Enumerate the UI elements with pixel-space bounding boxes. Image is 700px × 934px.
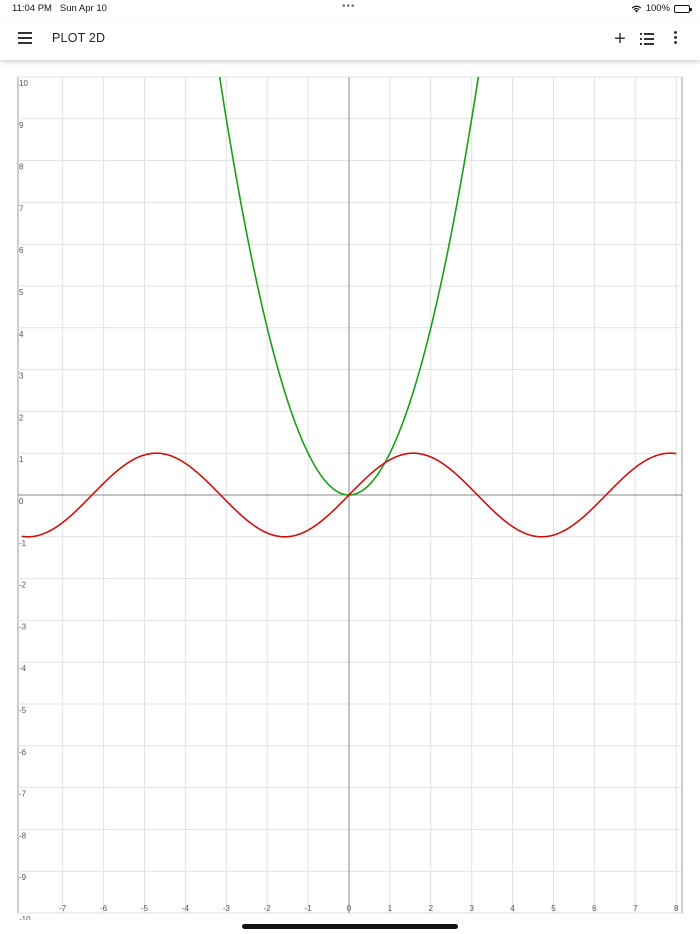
x-tick-label: 8 [674,904,679,913]
y-tick-label: -4 [19,664,27,673]
x-tick-label: 7 [633,904,638,913]
multitasking-dots[interactable]: ••• [342,1,356,12]
y-tick-label: -9 [19,873,27,882]
y-tick-label: -6 [19,748,27,757]
wifi-icon [631,5,641,13]
status-bar: 11:04 PM Sun Apr 10 ••• 100% [0,0,700,18]
y-tick-label: -1 [19,539,27,548]
y-tick-label: 9 [19,121,24,130]
x-tick-label: 4 [510,904,515,913]
status-time-text: 11:04 PM [12,3,52,14]
x-tick-label: -1 [305,904,313,913]
status-time: 11:04 PM Sun Apr 10 [12,3,107,14]
x-tick-label: 5 [551,904,556,913]
y-tick-label: -7 [19,790,27,799]
x-tick-label: -6 [100,904,108,913]
y-tick-label: 1 [19,455,24,464]
plot-canvas[interactable]: -7-6-5-4-3-2-1012345678-10-9-8-7-6-5-4-3… [0,60,700,924]
hamburger-menu-icon[interactable] [18,32,32,44]
y-tick-label: -2 [19,581,27,590]
x-tick-label: 6 [592,904,597,913]
battery-percent: 100% [645,3,670,14]
y-tick-label: -5 [19,706,27,715]
y-tick-label: -10 [19,915,31,920]
y-tick-label: 5 [19,288,24,297]
battery-icon [674,4,692,13]
y-tick-label: 0 [19,497,24,506]
y-tick-label: 8 [19,163,24,172]
x-tick-label: -4 [182,904,190,913]
app-bar: PLOT 2D + [0,18,700,60]
more-vert-icon[interactable] [670,31,680,55]
y-tick-label: 2 [19,413,24,422]
x-tick-label: 1 [388,904,393,913]
y-tick-label: 6 [19,246,24,255]
plus-icon[interactable]: + [612,27,628,51]
x-tick-label: -2 [264,904,272,913]
list-icon[interactable] [640,33,656,47]
x-tick-label: -3 [223,904,231,913]
y-tick-label: -8 [19,831,27,840]
y-tick-label: 3 [19,372,24,381]
page-title: PLOT 2D [52,31,106,45]
x-tick-label: -7 [59,904,67,913]
plot-area[interactable]: -7-6-5-4-3-2-1012345678-10-9-8-7-6-5-4-3… [0,60,700,924]
status-right: 100% [631,3,692,14]
y-tick-label: 7 [19,204,24,213]
status-date: Sun Apr 10 [59,3,107,14]
y-tick-label: 4 [19,330,24,339]
home-indicator[interactable] [242,924,458,929]
x-tick-label: 3 [469,904,474,913]
x-tick-label: 2 [429,904,434,913]
y-tick-label: 10 [19,79,28,88]
x-tick-label: -5 [141,904,149,913]
y-tick-label: -3 [19,622,27,631]
